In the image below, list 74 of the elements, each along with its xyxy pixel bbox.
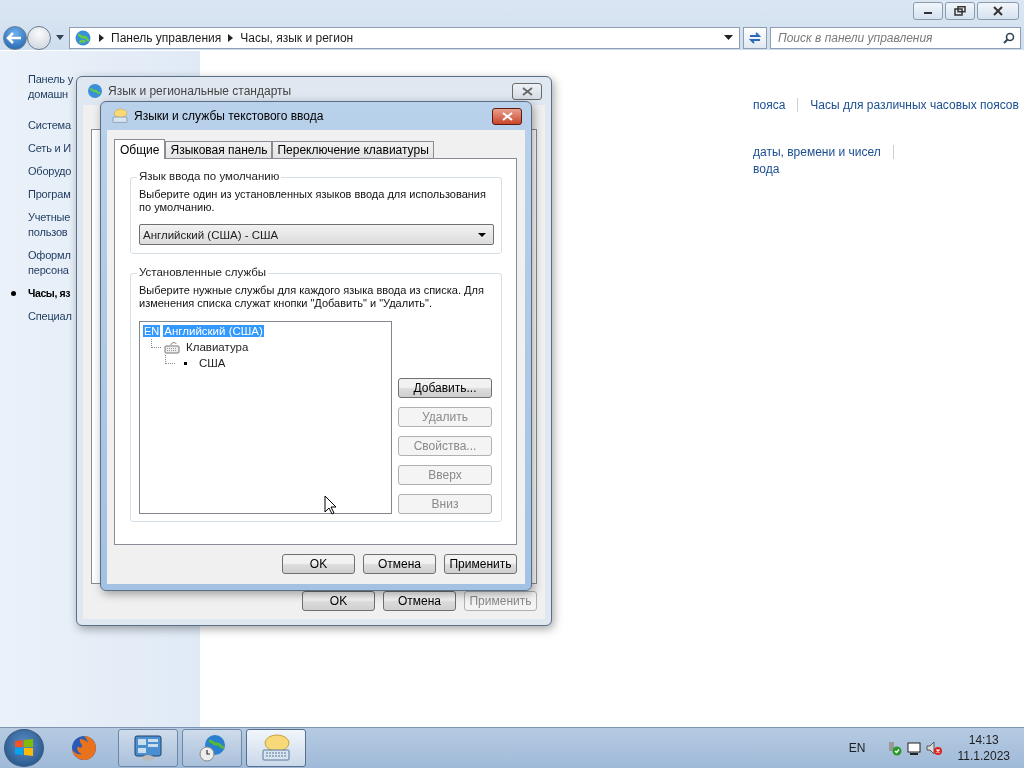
clock-date: 11.1.2023 <box>957 748 1010 764</box>
close-button[interactable] <box>492 107 522 125</box>
window-title: Язык и региональные стандарты <box>108 84 292 98</box>
sidebar-link[interactable]: Учетные пользов <box>28 210 71 240</box>
window-title: Языки и службы текстового ввода <box>134 109 324 123</box>
restore-icon <box>954 6 966 16</box>
dropdown-caret-icon[interactable] <box>724 35 733 40</box>
description-text: Выберите нужные службы для каждого языка ввода из списка. Для изменения списка служат кнопки "Добавить" и "Удалить". <box>139 284 485 310</box>
tab[interactable]: Переключение клавиатуры <box>272 141 434 158</box>
windows-logo-icon <box>13 737 35 759</box>
refresh-icon <box>748 30 762 45</box>
globe-clock-icon <box>197 733 227 763</box>
dialog-button[interactable]: Применить <box>444 554 517 574</box>
keyboard-balloon-icon <box>260 733 292 763</box>
restore-button[interactable] <box>945 2 975 20</box>
back-arrow-icon <box>6 30 24 45</box>
caret-icon <box>478 232 486 237</box>
language-dropdown[interactable]: Английский (США) - США <box>139 224 494 245</box>
speaker-muted-icon[interactable] <box>925 740 942 756</box>
control-panel-icon <box>133 734 163 762</box>
address-field[interactable]: Панель управления Часы, язык и регион <box>69 26 740 49</box>
clock[interactable]: 14:13 11.1.2023 <box>957 732 1010 764</box>
keyboard-icon <box>164 340 180 354</box>
description-text: Выберите один из установленных языков ввода для использования по умолчанию. <box>139 188 487 214</box>
dialog-button[interactable]: OK <box>282 554 355 574</box>
globe-icon <box>87 83 103 99</box>
back-button[interactable] <box>3 25 27 50</box>
chevron-icon[interactable] <box>228 33 234 42</box>
start-button[interactable] <box>4 729 44 767</box>
chevron-icon[interactable] <box>99 33 104 42</box>
history-caret-icon[interactable] <box>56 35 64 40</box>
tree-item[interactable]: США <box>198 357 227 369</box>
close-icon <box>521 86 533 96</box>
close-button[interactable] <box>977 2 1019 20</box>
sidebar-link[interactable]: Програм <box>28 187 71 202</box>
sidebar-link[interactable]: Панель у домашн <box>28 72 73 102</box>
task-link[interactable]: пояса <box>753 97 786 112</box>
taskbar-button[interactable] <box>246 729 306 767</box>
globe-icon <box>74 28 92 47</box>
action-button[interactable]: Добавить... <box>398 378 492 398</box>
dialog-button[interactable]: Отмена <box>383 591 456 611</box>
breadcrumb[interactable]: Часы, язык и регион <box>240 30 354 45</box>
sidebar-link[interactable]: Оформл персона <box>28 248 71 278</box>
tree-item[interactable]: Клавиатура <box>185 341 250 353</box>
minimize-button[interactable] <box>913 2 943 20</box>
language-indicator[interactable]: EN <box>848 741 866 755</box>
taskbar-button[interactable] <box>118 729 178 767</box>
keyboard-balloon-icon <box>111 108 129 124</box>
group-label: Установленные службы <box>137 266 269 278</box>
dialog-button[interactable]: OK <box>302 591 375 611</box>
fox-globe-icon <box>69 733 99 763</box>
forward-button[interactable] <box>27 25 51 50</box>
dialog-button[interactable]: Отмена <box>363 554 436 574</box>
language-code: EN <box>143 325 161 337</box>
search-field[interactable]: Поиск в панели управления <box>770 26 1021 49</box>
sidebar-link[interactable]: Система <box>28 118 71 133</box>
group-label: Язык ввода по умолчанию <box>137 170 282 182</box>
task-link[interactable]: вода <box>753 161 780 176</box>
sidebar-link[interactable]: Оборудо <box>28 164 72 179</box>
clock-time: 14:13 <box>968 732 999 748</box>
taskbar-button[interactable] <box>182 729 242 767</box>
tab[interactable]: Языковая панель <box>165 141 273 158</box>
search-icon[interactable] <box>1003 31 1015 44</box>
refresh-button[interactable] <box>743 26 767 49</box>
breadcrumb[interactable]: Панель управления <box>111 30 222 45</box>
close-icon <box>501 111 513 121</box>
sidebar-link[interactable]: Специал <box>28 309 72 324</box>
sidebar-link[interactable]: Часы, яз <box>28 286 70 301</box>
task-link[interactable]: даты, времени и чисел <box>753 144 881 159</box>
bullet-icon <box>184 361 187 365</box>
tab[interactable]: Общие <box>114 139 166 159</box>
task-link[interactable]: Часы для различных часовых поясов <box>810 97 1019 112</box>
sidebar-link[interactable]: Сеть и И <box>28 141 72 156</box>
close-icon <box>992 6 1004 16</box>
